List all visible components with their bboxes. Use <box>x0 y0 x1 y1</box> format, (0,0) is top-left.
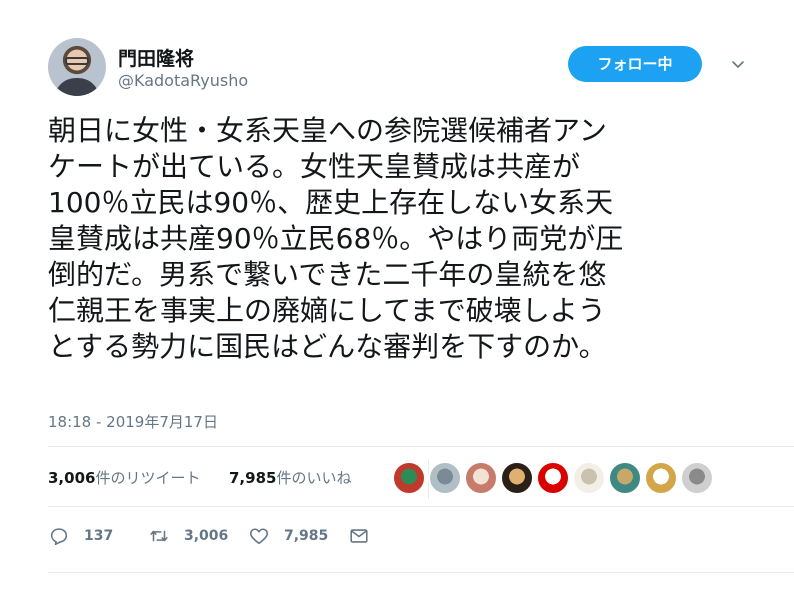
avatar-glasses <box>65 57 89 65</box>
tweet-text-line: 100％立民は90％、歴史上存在しない女系天 <box>48 186 614 219</box>
retweets-count: 3,006 <box>48 469 96 487</box>
heart-icon <box>249 528 269 545</box>
tweet-timestamp[interactable]: 18:18 - 2019年7月17日 <box>48 411 218 432</box>
tweet-header: 門田隆将 @KadotaRyusho フォロー中 <box>48 38 748 100</box>
author-display-name[interactable]: 門田隆将 <box>118 44 194 71</box>
liker-avatar[interactable] <box>572 461 606 495</box>
likes-label: 件のいいね <box>276 469 352 487</box>
like-button[interactable]: 7,985 <box>248 523 328 549</box>
tweet-text-line: 倒的だ。男系で繋いできた二千年の皇統を悠 <box>48 258 607 291</box>
likes-stat[interactable]: 7,985件のいいね <box>229 467 351 488</box>
liker-avatar[interactable] <box>608 461 642 495</box>
divider <box>48 572 794 573</box>
liker-avatar[interactable] <box>644 461 678 495</box>
liker-avatar[interactable] <box>428 461 462 495</box>
liker-avatar[interactable] <box>500 461 534 495</box>
direct-message-button[interactable] <box>348 523 370 549</box>
tweet-text-line: 仁親王を事実上の廃嫡にしてまで破壊しよう <box>48 294 606 327</box>
retweet-button[interactable]: 3,006 <box>148 523 228 549</box>
tweet-actions: 137 3,006 7,985 <box>48 523 448 551</box>
tweet-text-line: 朝日に女性・女系天皇への参院選候補者アン <box>48 114 607 147</box>
chevron-down-icon[interactable] <box>730 56 746 72</box>
likes-count: 7,985 <box>229 469 277 487</box>
divider <box>48 506 794 507</box>
avatar-suit <box>54 78 100 96</box>
envelope-icon <box>350 529 368 543</box>
retweets-stat[interactable]: 3,006件のリツイート <box>48 467 200 488</box>
divider <box>48 446 794 447</box>
liker-avatar[interactable] <box>464 461 498 495</box>
tweet-stats: 3,006件のリツイート 7,985件のいいね <box>48 459 794 499</box>
reply-count: 137 <box>84 528 114 544</box>
reply-button[interactable]: 137 <box>48 523 113 549</box>
tweet-text-line: とする勢力に国民はどんな審判を下すのか。 <box>48 330 607 363</box>
tweet-text-line: 皇賛成は共産90％立民68％。やはり両党が圧 <box>48 222 624 255</box>
liker-avatar[interactable] <box>536 461 570 495</box>
retweet-count: 3,006 <box>184 528 229 544</box>
reply-icon <box>50 528 68 546</box>
avatar[interactable] <box>48 38 106 96</box>
retweets-label: 件のリツイート <box>95 469 201 487</box>
liker-avatar[interactable] <box>392 461 426 495</box>
liker-avatar[interactable] <box>680 461 714 495</box>
author-handle[interactable]: @KadotaRyusho <box>118 71 248 90</box>
following-button[interactable]: フォロー中 <box>568 46 702 82</box>
retweet-icon <box>150 530 168 542</box>
tweet-text: 朝日に女性・女系天皇への参院選候補者アン ケートが出ている。女性天皇賛成は共産が… <box>48 113 758 365</box>
tweet-text-line: ケートが出ている。女性天皇賛成は共産が <box>48 150 581 183</box>
like-count: 7,985 <box>284 528 329 544</box>
